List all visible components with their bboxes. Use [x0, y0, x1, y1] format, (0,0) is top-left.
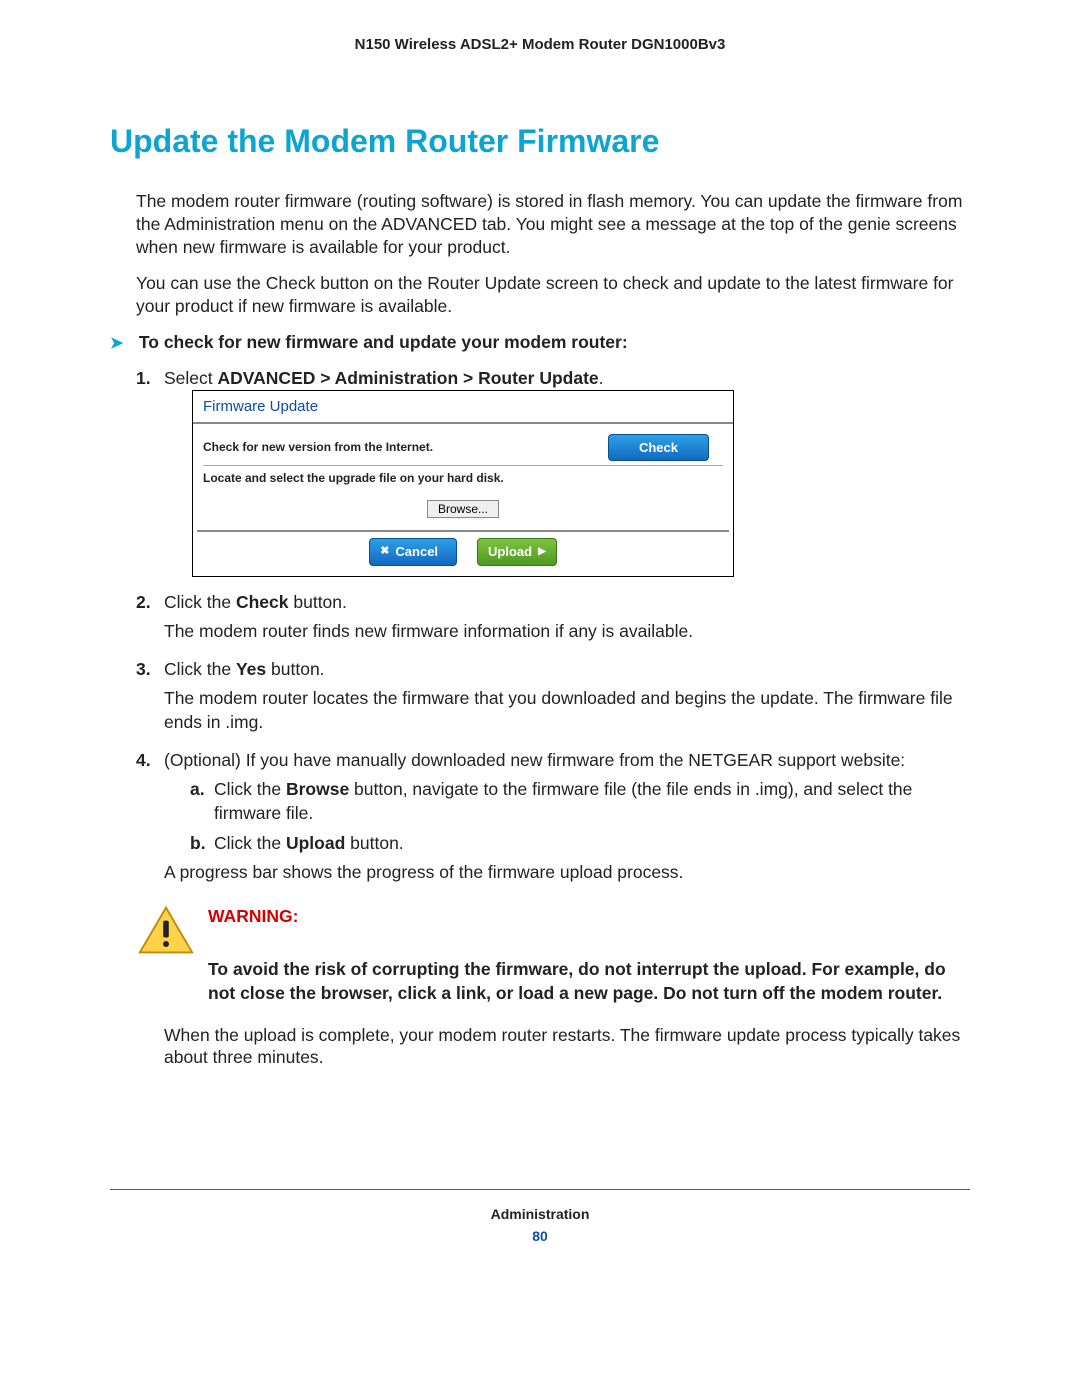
- step1-pre: Select: [164, 368, 218, 388]
- fw-check-row: Check for new version from the Internet.…: [193, 424, 733, 466]
- cancel-button[interactable]: ✖ Cancel: [369, 538, 457, 566]
- upload-label: Upload: [488, 543, 532, 561]
- warning-body: To avoid the risk of corrupting the firm…: [208, 959, 946, 1003]
- document-page: N150 Wireless ADSL2+ Modem Router DGN100…: [0, 0, 1080, 1274]
- step3-pre: Click the: [164, 659, 236, 679]
- step2-btn: Check: [236, 592, 289, 612]
- steps-list: Select ADVANCED > Administration > Route…: [110, 367, 970, 885]
- step1-path: ADVANCED > Administration > Router Updat…: [218, 368, 599, 388]
- step4b-post: button.: [345, 833, 403, 853]
- play-icon: ▶: [538, 545, 546, 559]
- step2-desc: The modem router finds new firmware info…: [164, 620, 970, 644]
- task-heading: ➤ To check for new firmware and update y…: [110, 332, 970, 353]
- step4b-btn: Upload: [286, 833, 345, 853]
- step-4: (Optional) If you have manually download…: [136, 749, 970, 885]
- step4a-btn: Browse: [286, 779, 349, 799]
- step-4a: Click the Browse button, navigate to the…: [190, 778, 970, 825]
- page-title: Update the Modem Router Firmware: [110, 123, 970, 160]
- step2-post: button.: [289, 592, 347, 612]
- step-4b: Click the Upload button.: [190, 832, 970, 856]
- upload-button[interactable]: Upload ▶: [477, 538, 557, 566]
- step-2: Click the Check button. The modem router…: [136, 591, 970, 644]
- step2-pre: Click the: [164, 592, 236, 612]
- step3-desc: The modem router locates the firmware th…: [164, 687, 970, 734]
- step3-post: button.: [266, 659, 324, 679]
- task-heading-text: To check for new firmware and update you…: [139, 332, 628, 352]
- footer-section: Administration: [110, 1206, 970, 1222]
- step-1: Select ADVANCED > Administration > Route…: [136, 367, 970, 577]
- warning-icon: [138, 905, 194, 960]
- warning-label: WARNING:: [208, 905, 970, 929]
- warning-text: WARNING: To avoid the risk of corrupting…: [208, 905, 970, 1006]
- step-3: Click the Yes button. The modem router l…: [136, 658, 970, 735]
- close-icon: ✖: [380, 544, 389, 559]
- fw-panel-title: Firmware Update: [193, 391, 733, 423]
- fw-footer-row: ✖ Cancel Upload ▶: [197, 530, 729, 576]
- arrow-icon: ➤: [110, 333, 134, 353]
- sub-steps: Click the Browse button, navigate to the…: [164, 778, 970, 855]
- cancel-label: Cancel: [395, 543, 438, 561]
- closing-para: When the upload is complete, your modem …: [110, 1024, 970, 1070]
- step4b-pre: Click the: [214, 833, 286, 853]
- firmware-update-panel: Firmware Update Check for new version fr…: [192, 390, 734, 576]
- check-button[interactable]: Check: [608, 434, 709, 462]
- fw-check-label: Check for new version from the Internet.: [203, 439, 608, 455]
- fw-browse-label: Locate and select the upgrade file on yo…: [193, 466, 733, 496]
- step1-post: .: [599, 368, 604, 388]
- step4-desc: A progress bar shows the progress of the…: [164, 861, 970, 885]
- footer-page-number: 80: [110, 1228, 970, 1244]
- step4a-pre: Click the: [214, 779, 286, 799]
- browse-button[interactable]: Browse...: [427, 500, 499, 518]
- warning-block: WARNING: To avoid the risk of corrupting…: [138, 905, 970, 1006]
- step3-btn: Yes: [236, 659, 266, 679]
- intro-para-1: The modem router firmware (routing softw…: [110, 190, 970, 258]
- intro-para-2: You can use the Check button on the Rout…: [110, 272, 970, 318]
- doc-header: N150 Wireless ADSL2+ Modem Router DGN100…: [110, 36, 970, 53]
- step4-text: (Optional) If you have manually download…: [164, 750, 905, 770]
- fw-browse-row: Browse...: [193, 496, 733, 530]
- page-footer: Administration 80: [110, 1189, 970, 1244]
